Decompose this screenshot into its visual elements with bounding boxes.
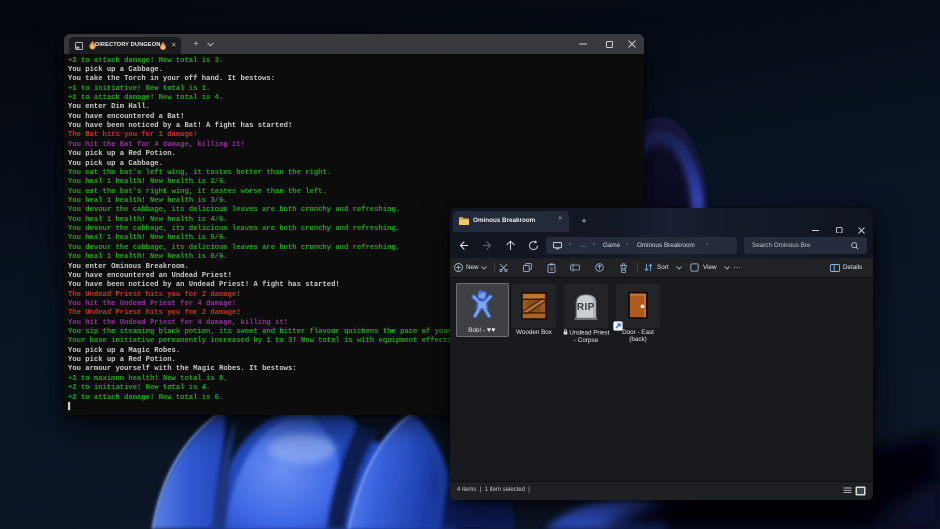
svg-text:RIP: RIP bbox=[577, 302, 595, 313]
